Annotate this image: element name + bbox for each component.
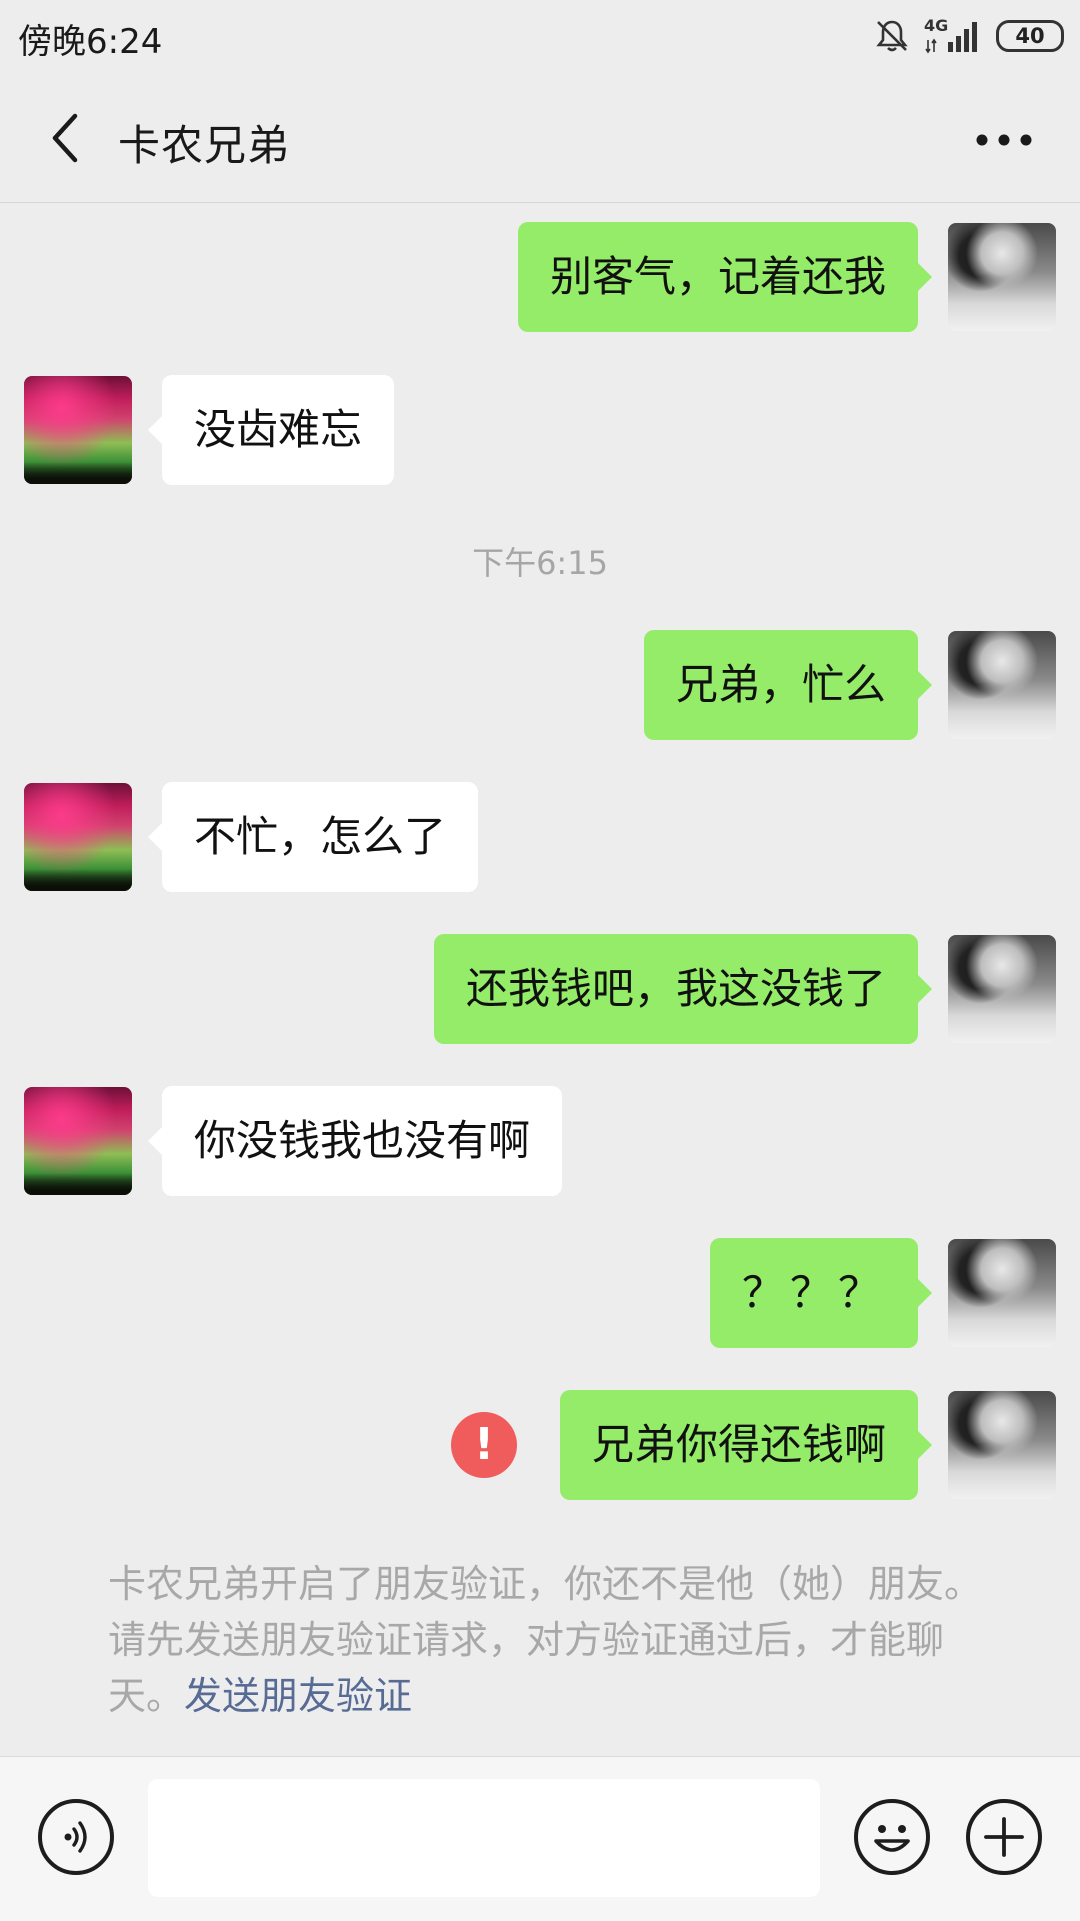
send-verification-link[interactable]: 发送朋友验证 (184, 1674, 412, 1718)
status-time: 傍晚6:24 (18, 22, 163, 62)
my-avatar[interactable] (948, 1239, 1056, 1347)
message-row-sent-failed: ! 兄弟你得还钱啊 (0, 1390, 1080, 1500)
contact-avatar[interactable] (24, 1087, 132, 1195)
back-button[interactable] (34, 106, 96, 170)
message-row-received: 你没钱我也没有啊 (0, 1086, 1080, 1196)
chat-title: 卡农兄弟 (118, 121, 291, 170)
message-bubble[interactable]: 兄弟，忙么 (643, 630, 933, 740)
more-button[interactable] (964, 110, 1044, 170)
chat-header: 卡农兄弟 (0, 76, 1080, 203)
my-avatar[interactable] (948, 1391, 1056, 1499)
more-functions-button[interactable] (966, 1799, 1042, 1875)
status-icons: 4G 40 (874, 16, 1064, 56)
message-bubble[interactable]: 兄弟你得还钱啊 (559, 1390, 933, 1500)
friend-verification-notice: 卡农兄弟开启了朋友验证，你还不是他（她）朋友。请先发送朋友验证请求，对方验证通过… (108, 1556, 988, 1724)
message-row-sent: 还我钱吧，我这没钱了 (0, 934, 1080, 1044)
status-bar: 傍晚6:24 4G 40 (0, 0, 1080, 76)
send-failed-icon[interactable]: ! (451, 1412, 517, 1478)
message-bubble[interactable]: 别客气，记着还我 (517, 222, 933, 332)
input-bar (0, 1756, 1080, 1921)
my-avatar[interactable] (948, 631, 1056, 739)
message-bubble[interactable]: 你没钱我也没有啊 (147, 1086, 563, 1196)
message-bubble[interactable]: 没齿难忘 (147, 375, 395, 485)
emoji-button[interactable] (854, 1799, 930, 1875)
more-dots-icon (976, 134, 1032, 146)
message-input[interactable] (148, 1779, 820, 1897)
signal-icon: 4G (924, 16, 982, 54)
my-avatar[interactable] (948, 223, 1056, 331)
contact-avatar[interactable] (24, 783, 132, 891)
message-row-sent: 别客气，记着还我 (0, 222, 1080, 332)
message-row-sent: ？？？ (0, 1238, 1080, 1348)
contact-avatar[interactable] (24, 376, 132, 484)
voice-icon (64, 1821, 87, 1853)
message-bubble[interactable]: ？？？ (709, 1238, 933, 1348)
emoji-icon (874, 1825, 910, 1852)
message-bubble[interactable]: 不忙，怎么了 (147, 782, 479, 892)
chevron-left-icon (52, 113, 78, 163)
message-row-sent: 兄弟，忙么 (0, 630, 1080, 740)
message-row-received: 没齿难忘 (0, 375, 1080, 485)
message-timestamp: 下午6:15 (472, 544, 608, 582)
battery-icon: 40 (996, 20, 1064, 52)
battery-level: 40 (1015, 24, 1045, 48)
message-row-received: 不忙，怎么了 (0, 782, 1080, 892)
voice-button[interactable] (38, 1799, 114, 1875)
my-avatar[interactable] (948, 935, 1056, 1043)
plus-icon (984, 1817, 1024, 1857)
mute-bell-icon (876, 20, 908, 52)
message-bubble[interactable]: 还我钱吧，我这没钱了 (433, 934, 933, 1044)
